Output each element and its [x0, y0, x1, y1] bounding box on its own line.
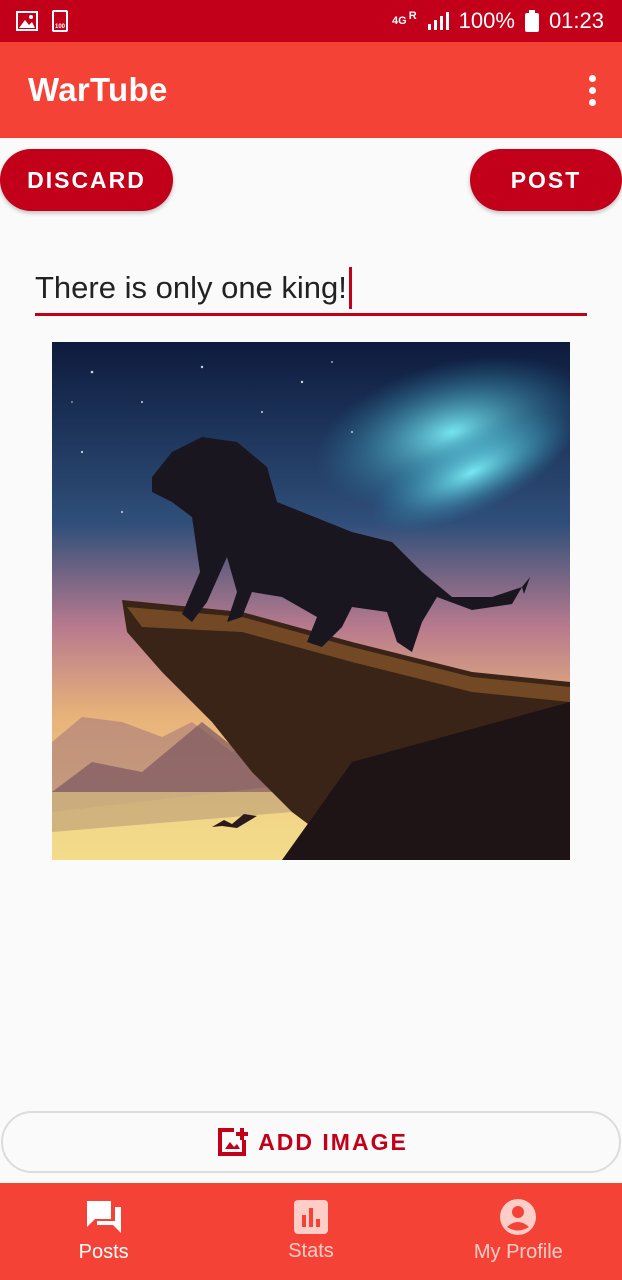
status-bar: 100 4G R 100% 01:23 — [0, 0, 622, 42]
bottom-navigation: Posts Stats My Profile — [0, 1183, 622, 1280]
chat-bubbles-icon — [86, 1201, 121, 1233]
nav-item-my-profile[interactable]: My Profile — [415, 1183, 622, 1280]
battery-icon — [524, 10, 539, 32]
app-title: WarTube — [28, 71, 168, 108]
network-type: 4G — [392, 14, 407, 27]
discard-button[interactable]: DISCARD — [0, 149, 173, 211]
battery-percent: 100% — [458, 8, 515, 33]
bar-chart-icon — [293, 1200, 328, 1234]
caption-input[interactable]: There is only one king! — [35, 262, 587, 316]
add-photo-icon — [218, 1128, 249, 1156]
post-button[interactable]: POST — [470, 149, 622, 211]
app-bar: WarTube — [0, 42, 622, 138]
signal-icon — [427, 12, 449, 30]
roaming-indicator: R — [408, 10, 417, 22]
nav-item-stats[interactable]: Stats — [207, 1183, 414, 1280]
account-circle-icon — [500, 1199, 537, 1235]
caption-text: There is only one king! — [35, 269, 347, 305]
nav-label-stats: Stats — [288, 1240, 334, 1262]
image-notification-icon — [16, 11, 38, 31]
nav-item-posts[interactable]: Posts — [0, 1183, 207, 1280]
battery-saver-notification-icon: 100 — [52, 10, 68, 32]
add-image-label: ADD IMAGE — [258, 1128, 408, 1155]
nav-label-posts: Posts — [78, 1241, 129, 1263]
clock: 01:23 — [548, 8, 604, 33]
text-cursor — [348, 266, 352, 309]
add-image-button[interactable]: ADD IMAGE — [1, 1111, 621, 1173]
overflow-menu-icon[interactable] — [589, 74, 596, 106]
nav-label-my-profile: My Profile — [473, 1241, 563, 1263]
attached-image[interactable] — [52, 342, 570, 860]
